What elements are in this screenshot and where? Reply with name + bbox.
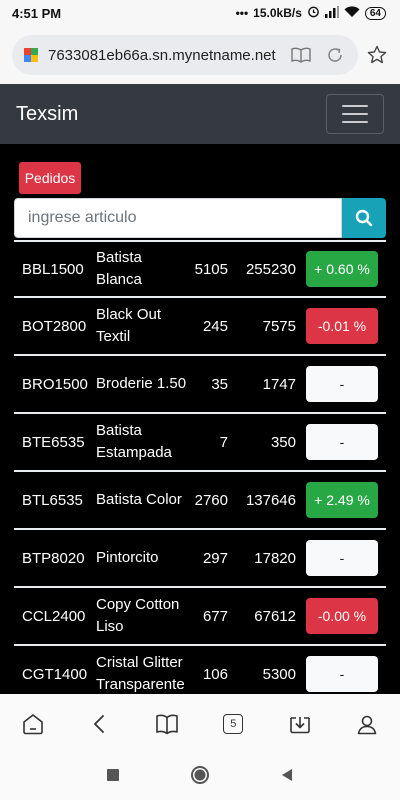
- profile-icon[interactable]: [347, 704, 387, 744]
- article-total: 17820: [254, 549, 296, 567]
- table-row[interactable]: BTP8020 Pintorcito 297 17820 -: [14, 530, 386, 588]
- bookmark-star-icon[interactable]: [362, 40, 392, 70]
- variation-badge[interactable]: -0.01 %: [306, 308, 378, 344]
- signal-icon: [324, 5, 339, 21]
- article-stock: 245: [202, 317, 228, 335]
- article-code: BOT2800: [22, 317, 87, 335]
- status-indicators: ••• 15.0kB/s 64: [236, 5, 386, 21]
- hamburger-icon-bar: [342, 113, 368, 115]
- pedidos-button[interactable]: Pedidos: [19, 162, 81, 194]
- article-total: 67612: [254, 607, 296, 625]
- table-row[interactable]: BRO1500 Broderie 1.50 35 1747 -: [14, 356, 386, 414]
- battery-icon: 64: [364, 6, 386, 20]
- url-field[interactable]: 7633081eb66a.sn.mynetname.net: [12, 35, 359, 75]
- table-row[interactable]: BTE6535 Batista Estampada 7 350 -: [14, 414, 386, 472]
- home-circle-icon[interactable]: [190, 765, 210, 790]
- article-name: Black Out Textil: [96, 306, 162, 345]
- article-name: Batista Estampada: [96, 422, 172, 461]
- article-total: 1747: [262, 375, 296, 393]
- alarm-icon: [307, 5, 320, 21]
- article-stock: 35: [211, 375, 228, 393]
- article-code: BBL1500: [22, 260, 84, 278]
- status-time: 4:51 PM: [12, 5, 62, 21]
- browser-bottom-nav: 5: [0, 694, 400, 754]
- variation-badge[interactable]: + 2.49 %: [306, 482, 378, 518]
- hamburger-icon-bar: [342, 105, 368, 107]
- recent-apps-icon[interactable]: [106, 768, 120, 787]
- hamburger-icon-bar: [342, 121, 368, 123]
- variation-badge[interactable]: -0.00 %: [306, 598, 378, 634]
- article-name: Batista Color: [96, 491, 182, 508]
- android-navigation-bar: [0, 754, 400, 800]
- status-bar: 4:51 PM ••• 15.0kB/s 64: [0, 0, 400, 26]
- table-row[interactable]: BBL1500 Batista Blanca 5105 255230 + 0.6…: [14, 240, 386, 298]
- article-stock: 2760: [194, 491, 228, 509]
- article-stock: 297: [202, 549, 228, 567]
- search-icon: [355, 209, 373, 227]
- article-total: 350: [270, 433, 296, 451]
- wifi-icon: [344, 5, 360, 21]
- reader-mode-icon[interactable]: [288, 43, 314, 67]
- browser-address-bar: 7633081eb66a.sn.mynetname.net: [0, 26, 400, 84]
- article-name: Pintorcito: [96, 549, 159, 566]
- article-stock: 106: [202, 665, 228, 683]
- home-icon[interactable]: [13, 704, 53, 744]
- back-triangle-icon[interactable]: [280, 768, 294, 787]
- article-stock: 7: [219, 433, 228, 451]
- download-icon[interactable]: [280, 704, 320, 744]
- article-name: Cristal Glitter Transparente: [96, 654, 185, 693]
- url-text: 7633081eb66a.sn.mynetname.net: [48, 46, 276, 64]
- variation-badge[interactable]: -: [306, 540, 378, 576]
- article-name: Broderie 1.50: [96, 375, 187, 392]
- back-arrow-icon[interactable]: [80, 704, 120, 744]
- tab-count: 5: [223, 714, 244, 734]
- article-code: BTE6535: [22, 433, 85, 451]
- variation-badge[interactable]: -: [306, 424, 378, 460]
- article-name: Copy Cotton Liso: [96, 596, 180, 635]
- article-stock: 5105: [194, 260, 228, 278]
- brand-title[interactable]: Texsim: [16, 103, 78, 126]
- article-total: 5300: [262, 665, 296, 683]
- article-code: BRO1500: [22, 375, 88, 393]
- network-speed: 15.0kB/s: [253, 6, 302, 20]
- table-row[interactable]: CGT1400 Cristal Glitter Transparente 106…: [14, 646, 386, 694]
- bookmarks-book-icon[interactable]: [147, 704, 187, 744]
- search-group: [14, 198, 386, 238]
- table-row[interactable]: BTL6535 Batista Color 2760 137646 + 2.49…: [14, 472, 386, 530]
- article-stock: 677: [202, 607, 228, 625]
- menu-toggle-button[interactable]: [326, 94, 384, 134]
- search-input[interactable]: [14, 198, 342, 238]
- article-total: 137646: [245, 491, 296, 509]
- table-row[interactable]: CCL2400 Copy Cotton Liso 677 67612 -0.00…: [14, 588, 386, 646]
- article-total: 255230: [245, 260, 296, 278]
- articles-table: BBL1500 Batista Blanca 5105 255230 + 0.6…: [14, 240, 386, 694]
- variation-badge[interactable]: -: [306, 366, 378, 402]
- app-navbar: Texsim: [0, 84, 400, 144]
- article-code: CCL2400: [22, 607, 86, 625]
- more-dots-icon: •••: [235, 6, 249, 20]
- article-code: CGT1400: [22, 665, 88, 683]
- article-code: BTP8020: [22, 549, 85, 567]
- site-favicon-icon: [24, 48, 38, 62]
- main-content: Pedidos BBL1500 Batista Blanca 5105 2552…: [0, 144, 400, 694]
- table-row[interactable]: BOT2800 Black Out Textil 245 7575 -0.01 …: [14, 298, 386, 356]
- search-button[interactable]: [342, 198, 386, 238]
- article-total: 7575: [262, 317, 296, 335]
- article-name: Batista Blanca: [96, 249, 142, 288]
- reload-icon[interactable]: [322, 43, 348, 67]
- variation-badge[interactable]: + 0.60 %: [306, 251, 378, 287]
- tabs-icon[interactable]: 5: [213, 704, 253, 744]
- variation-badge[interactable]: -: [306, 656, 378, 692]
- article-code: BTL6535: [22, 491, 83, 509]
